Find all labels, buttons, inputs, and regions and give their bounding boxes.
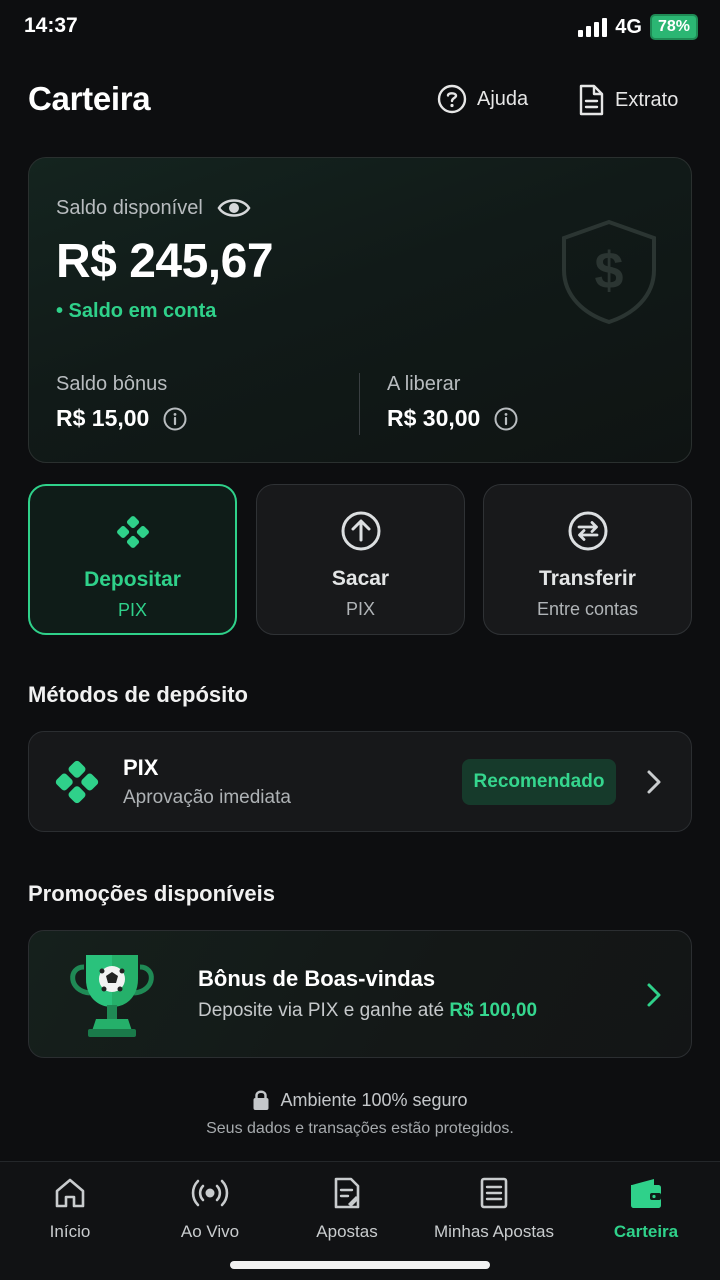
deposit-button[interactable]: Depositar PIX [28,484,237,635]
balance-label: Saldo disponível [56,196,203,219]
pending-value-row: R$ 30,00 [387,405,518,432]
wallet-icon [631,1179,661,1208]
bonus-value: R$ 15,00 [56,405,150,431]
bonus-value-row: R$ 15,00 [56,405,187,432]
method-description: Aprovação imediata [123,787,291,808]
nav-label: Ao Vivo [180,1222,240,1241]
status-indicators: 4G 78% [578,14,698,40]
bet-slip-icon [334,1177,360,1209]
info-icon[interactable] [163,407,187,431]
statement-label: Extrato [615,88,679,111]
home-indicator [230,1261,490,1269]
nav-label: Apostas [316,1222,378,1241]
live-broadcast-icon [191,1179,229,1207]
recommended-badge: Recomendado [462,759,616,805]
withdraw-title: Sacar [331,567,390,590]
trophy-icon [70,955,154,1037]
eye-icon[interactable] [217,196,251,220]
nav-item-ao-vivo[interactable]: Ao Vivo [170,1176,250,1242]
page-title: Carteira [28,80,151,117]
shield-dollar-icon: $ [562,219,656,325]
info-icon[interactable] [494,407,518,431]
document-icon [579,84,604,116]
chevron-right-icon[interactable] [645,768,663,796]
pending-label: A liberar [387,373,461,395]
balance-subtitle: • Saldo em conta [56,300,217,322]
promo-desc-text: Deposite via PIX e ganhe até [198,1000,445,1021]
nav-item-apostas[interactable]: Apostas [307,1176,387,1242]
security-title: Ambiente 100% seguro [280,1089,468,1110]
nav-label: Minhas Apostas [433,1222,554,1241]
nav-item-minhas-apostas[interactable]: Minhas Apostas [424,1176,564,1242]
pix-icon [55,760,99,804]
statement-button[interactable]: Extrato [577,84,678,116]
help-icon [437,84,467,114]
deposit-title: Depositar [84,568,181,591]
help-label: Ajuda [477,87,529,110]
network-type: 4G [615,15,642,38]
deposit-subtitle: PIX [117,600,147,620]
transfer-button[interactable]: Transferir Entre contas [483,484,692,635]
nav-label: Carteira [613,1222,679,1241]
withdraw-button[interactable]: Sacar PIX [256,484,465,635]
security-note: Ambiente 100% seguro [0,1089,720,1111]
status-time: 14:37 [24,14,78,37]
nav-label: Início [49,1222,91,1241]
pending-value: R$ 30,00 [387,405,481,431]
promos-section-title: Promoções disponíveis [28,881,275,906]
battery-indicator: 78% [649,14,698,40]
bonus-label: Saldo bônus [56,373,168,395]
transfer-subtitle: Entre contas [536,599,639,619]
transfer-icon [568,511,607,551]
nav-item-inicio[interactable]: Início [30,1176,110,1242]
promo-description: Deposite via PIX e ganhe até R$ 100,00 [198,1000,537,1022]
arrow-up-circle-icon [341,511,380,551]
balance-label-row: Saldo disponível [56,196,251,220]
security-subtitle: Seus dados e transações estão protegidos… [206,1120,514,1137]
balance-value: R$ 245,67 [56,235,274,288]
method-name: PIX [123,755,159,780]
svg-text:$: $ [595,242,624,300]
promo-title: Bônus de Boas-vindas [198,966,436,991]
transfer-title: Transferir [539,567,636,590]
signal-icon [578,17,608,37]
document-list-icon [480,1177,508,1209]
balance-divider [359,373,360,435]
help-button[interactable]: Ajuda [437,84,528,114]
methods-section-title: Métodos de depósito [28,682,248,707]
chevron-right-icon[interactable] [645,981,663,1009]
pix-icon [116,516,149,548]
promo-highlight: R$ 100,00 [449,1000,538,1021]
home-icon [55,1178,85,1208]
lock-icon [253,1090,269,1110]
withdraw-subtitle: PIX [345,599,375,619]
nav-item-carteira[interactable]: Carteira [606,1176,686,1242]
